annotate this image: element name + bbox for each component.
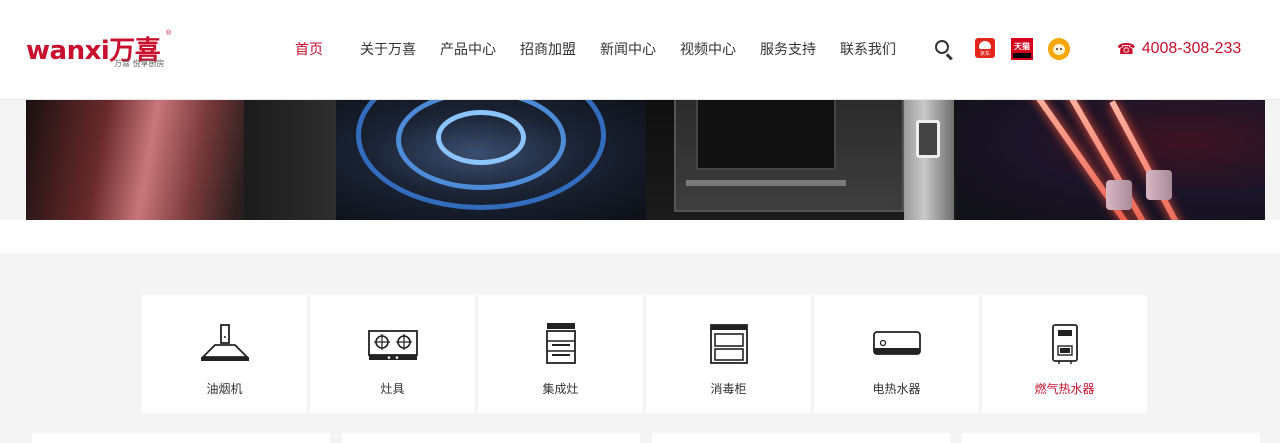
- category-label: 灶具: [380, 382, 405, 396]
- gas-stove-icon: [368, 330, 418, 360]
- electric-water-heater-icon: [873, 331, 921, 355]
- product-categories: 油烟机 灶具 集成灶 消毒柜 电热水器 燃气热水器: [142, 295, 1147, 413]
- category-card-electric-water-heater[interactable]: 电热水器: [814, 295, 979, 413]
- product-card[interactable]: [32, 433, 330, 443]
- category-label: 燃气热水器: [1034, 382, 1095, 396]
- category-label: 油烟机: [206, 382, 243, 396]
- nav-item-home[interactable]: 首页: [295, 38, 323, 62]
- logo[interactable]: wanxi万喜 ® 万喜 悦享厨房: [26, 30, 176, 70]
- search-icon[interactable]: [933, 38, 955, 61]
- category-label: 消毒柜: [710, 382, 747, 396]
- product-card[interactable]: [342, 433, 640, 443]
- gas-water-heater-icon: [1052, 324, 1078, 364]
- category-card-integrated-stove[interactable]: 集成灶: [478, 295, 643, 413]
- category-card-gas-water-heater[interactable]: 燃气热水器: [982, 295, 1147, 413]
- section-divider: [0, 220, 1280, 253]
- category-card-range-hood[interactable]: 油烟机: [142, 295, 307, 413]
- nav-item-franchise[interactable]: 招商加盟: [520, 38, 576, 62]
- disinfection-cabinet-icon: [710, 324, 748, 364]
- logo-slogan: 万喜 悦享厨房: [114, 59, 165, 68]
- main-nav: 首页 关于万喜 产品中心 招商加盟 新闻中心 视频中心 服务支持 联系我们: [283, 38, 920, 62]
- category-card-gas-stove[interactable]: 灶具: [310, 295, 475, 413]
- range-hood-icon: [200, 324, 250, 361]
- banner-panel-gas-flame: [336, 100, 646, 220]
- site-header: wanxi万喜 ® 万喜 悦享厨房 首页 关于万喜 产品中心 招商加盟 新闻中心…: [0, 0, 1280, 100]
- product-card[interactable]: [962, 433, 1260, 443]
- nav-item-support[interactable]: 服务支持: [760, 38, 816, 62]
- product-cards-row: [32, 433, 1260, 443]
- banner-panel-oven: [646, 100, 956, 220]
- hotline: ☎ 4008-308-233: [1117, 38, 1241, 60]
- hero-banner[interactable]: [26, 100, 1265, 220]
- nav-item-about[interactable]: 关于万喜: [360, 38, 416, 62]
- nav-item-videos[interactable]: 视频中心: [680, 38, 736, 62]
- tmall-store-icon[interactable]: 天猫: [1011, 38, 1033, 60]
- nav-item-news[interactable]: 新闻中心: [600, 38, 656, 62]
- phone-icon: ☎: [1117, 40, 1136, 58]
- tmall-label: 天猫: [1014, 42, 1030, 51]
- integrated-stove-icon: [546, 323, 576, 364]
- jd-store-icon[interactable]: 京东: [975, 38, 995, 58]
- product-card[interactable]: [652, 433, 950, 443]
- jd-label: 京东: [979, 51, 990, 57]
- category-label: 电热水器: [872, 382, 921, 396]
- logo-registered-mark: ®: [166, 30, 172, 37]
- nav-item-contact[interactable]: 联系我们: [840, 38, 896, 62]
- hotline-number: 4008-308-233: [1141, 40, 1242, 57]
- nav-item-products[interactable]: 产品中心: [440, 38, 496, 62]
- banner-panel-heater: [956, 100, 1265, 220]
- suning-lion-icon[interactable]: [1048, 38, 1070, 60]
- banner-panel-range-hood: [26, 100, 336, 220]
- category-label: 集成灶: [542, 382, 579, 396]
- category-card-disinfection-cabinet[interactable]: 消毒柜: [646, 295, 811, 413]
